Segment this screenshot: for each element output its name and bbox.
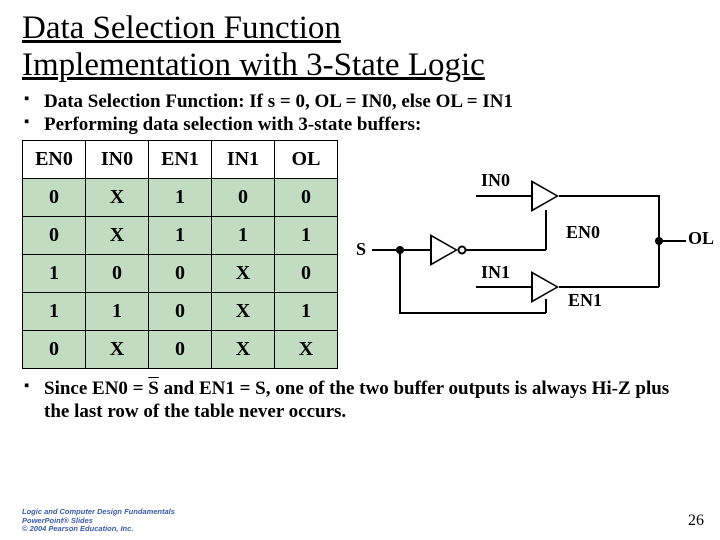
wire (466, 249, 546, 251)
label-in1: IN1 (481, 262, 510, 283)
wire (399, 249, 401, 313)
title-line-1: Data Selection Function (22, 10, 341, 46)
table-header-row: EN0 IN0 EN1 IN1 OL (23, 141, 338, 179)
wire (476, 195, 531, 197)
th-in1: IN1 (212, 141, 275, 179)
tristate-buffer-icon (531, 180, 559, 212)
table-row: 110X1 (23, 293, 338, 331)
th-ol: OL (275, 141, 338, 179)
bullet-3: Since EN0 = S and EN1 = S, one of the tw… (22, 377, 698, 423)
th-in0: IN0 (86, 141, 149, 179)
circuit-diagram: S (356, 166, 698, 356)
wire (399, 312, 546, 314)
label-s: S (356, 239, 366, 260)
tristate-buffer-icon (531, 271, 559, 303)
table-row: 0X0XX (23, 331, 338, 369)
bullet-2: Performing data selection with 3-state b… (22, 113, 698, 136)
wire (476, 286, 531, 288)
inverter-icon (430, 234, 458, 266)
footer-line-3: © 2004 Pearson Education, Inc. (22, 525, 175, 534)
bullet-list: Data Selection Function: If s = 0, OL = … (22, 90, 698, 136)
wire (559, 195, 659, 197)
label-ol: OL (688, 228, 714, 249)
th-en1: EN1 (149, 141, 212, 179)
bullet-1: Data Selection Function: If s = 0, OL = … (22, 90, 698, 113)
bullet-list-2: Since EN0 = S and EN1 = S, one of the tw… (22, 377, 698, 423)
title-line-2: Implementation with 3-State Logic (22, 47, 485, 83)
footer-credits: Logic and Computer Design Fundamentals P… (22, 508, 175, 534)
wire (559, 286, 659, 288)
s-bar: S (148, 378, 159, 399)
th-en0: EN0 (23, 141, 86, 179)
page-number: 26 (688, 512, 704, 530)
label-in0: IN0 (481, 170, 510, 191)
table-row: 0X111 (23, 217, 338, 255)
table-row: 100X0 (23, 255, 338, 293)
table-row: 0X100 (23, 179, 338, 217)
label-en0: EN0 (566, 222, 600, 243)
truth-table: EN0 IN0 EN1 IN1 OL 0X100 0X111 100X0 110… (22, 140, 338, 369)
wire (658, 240, 686, 242)
label-en1: EN1 (568, 290, 602, 311)
slide-title: Data Selection Function Implementation w… (22, 10, 698, 84)
wire (545, 210, 547, 250)
